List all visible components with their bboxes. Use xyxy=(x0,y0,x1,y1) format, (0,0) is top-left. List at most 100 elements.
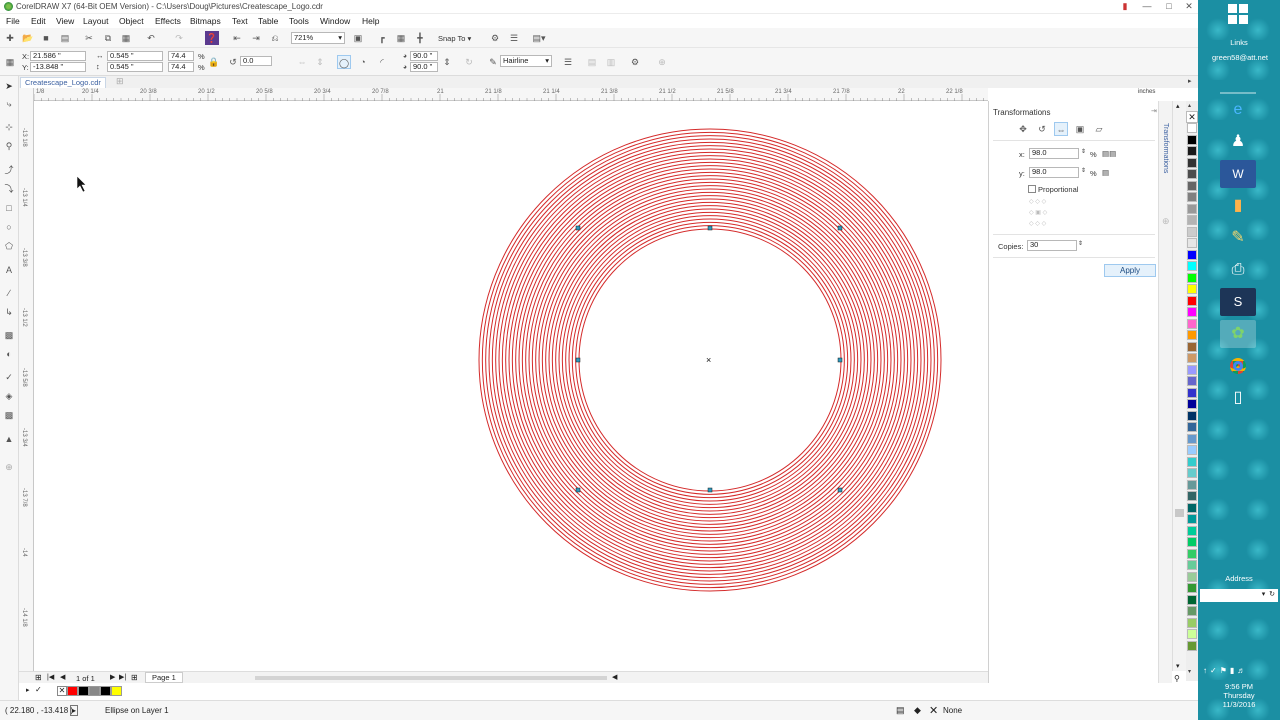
palette-scroll-down-icon[interactable]: ▾ xyxy=(1188,668,1191,675)
mirror-horizontal-icon[interactable]: ⇔ xyxy=(295,55,309,69)
interactive-fill-tool-icon[interactable]: ◈ xyxy=(2,389,16,403)
printer-icon[interactable]: ⎙ xyxy=(1220,256,1256,284)
end-angle-field[interactable]: 90.0 " xyxy=(410,62,438,72)
color-swatch[interactable] xyxy=(1187,272,1197,283)
color-swatch[interactable] xyxy=(1187,249,1197,260)
color-swatch[interactable] xyxy=(1187,537,1197,547)
scroll-down-icon[interactable]: ▾ xyxy=(1176,662,1180,670)
y-position-field[interactable]: -13.848 " xyxy=(30,62,86,72)
menu-bitmaps[interactable]: Bitmaps xyxy=(190,16,221,26)
parallel-dimension-tool-icon[interactable]: ∕ xyxy=(2,286,16,300)
change-direction-icon[interactable]: ↻ xyxy=(462,55,476,69)
color-swatch[interactable] xyxy=(1187,571,1197,582)
document-tab[interactable]: Createscape_Logo.cdr xyxy=(20,77,106,88)
color-swatch[interactable] xyxy=(1187,318,1197,329)
color-swatch[interactable] xyxy=(1187,157,1197,168)
play-icon[interactable]: ▸ xyxy=(70,705,79,716)
first-page-icon[interactable]: |◀ xyxy=(47,673,54,681)
menu-file[interactable]: File xyxy=(6,16,20,26)
ellipse-tool-icon[interactable]: ○ xyxy=(2,220,16,234)
color-swatch[interactable] xyxy=(1187,226,1197,237)
windows-start-icon[interactable] xyxy=(1228,4,1248,24)
color-swatch[interactable] xyxy=(1187,525,1197,536)
color-swatch[interactable] xyxy=(1187,307,1197,317)
document-color-swatch[interactable] xyxy=(89,686,100,696)
color-swatch[interactable] xyxy=(1187,341,1197,352)
convert-to-curves-icon[interactable]: ⚙ xyxy=(628,55,642,69)
zoom-icon[interactable]: ⚲ xyxy=(1174,674,1180,683)
menu-view[interactable]: View xyxy=(56,16,74,26)
scroll-up-icon[interactable]: ▴ xyxy=(1176,102,1180,110)
print-icon[interactable]: ▤ xyxy=(58,31,72,45)
scroll-left-icon[interactable]: ◀ xyxy=(612,673,617,681)
vertical-scrollbar[interactable]: ▴ ▾ ⚲ xyxy=(1172,101,1186,683)
new-document-icon[interactable]: ✚ xyxy=(3,31,17,45)
search-content-icon[interactable]: ❓ xyxy=(205,31,219,45)
menu-object[interactable]: Object xyxy=(119,16,144,26)
color-swatch[interactable] xyxy=(1187,468,1197,478)
color-swatch[interactable] xyxy=(1187,583,1197,593)
color-swatch[interactable] xyxy=(1187,479,1197,490)
tab-transformations[interactable]: Transformations xyxy=(1162,123,1169,173)
system-tray-icons[interactable]: ↑✓⚑▮♬ xyxy=(1203,666,1248,675)
menu-tools[interactable]: Tools xyxy=(289,16,309,26)
eyedropper-tool-icon[interactable]: ✓ xyxy=(2,370,16,384)
clock[interactable]: 9:56 PM Thursday 11/3/2016 xyxy=(1198,682,1280,709)
color-swatch[interactable] xyxy=(1187,180,1197,191)
start-angle-field[interactable]: 90.0 " xyxy=(410,51,438,61)
color-swatch[interactable] xyxy=(1187,514,1197,524)
chrome-icon[interactable] xyxy=(1220,352,1256,380)
drawing-canvas[interactable]: × xyxy=(35,101,987,671)
color-proof-icon[interactable]: ▤ xyxy=(896,705,905,716)
color-swatch[interactable] xyxy=(1187,629,1197,639)
menu-window[interactable]: Window xyxy=(320,16,350,26)
color-swatch[interactable] xyxy=(1187,594,1197,605)
skew-tab-icon[interactable]: ▱ xyxy=(1092,122,1106,136)
application-launcher-icon[interactable]: ☰ xyxy=(507,31,521,45)
color-swatch[interactable] xyxy=(1187,376,1197,386)
color-swatch[interactable] xyxy=(1187,502,1197,513)
page-options-icon[interactable]: ⊞ xyxy=(35,673,42,682)
height-field[interactable]: 0.545 " xyxy=(107,62,163,72)
copy-icon[interactable]: ⧉ xyxy=(101,31,115,45)
color-swatch[interactable] xyxy=(1187,422,1197,432)
shape-tool-icon[interactable]: ⤷ xyxy=(2,97,16,111)
wrap-text-icon[interactable]: ☰ xyxy=(561,55,575,69)
transparency-tool-icon[interactable]: ◐ xyxy=(2,347,16,361)
page-tab[interactable]: Page 1 xyxy=(145,672,183,683)
color-swatch[interactable] xyxy=(1187,606,1197,616)
smart-fill-tool-icon[interactable]: ▩ xyxy=(2,408,16,422)
color-swatch[interactable] xyxy=(1187,215,1197,225)
color-swatch[interactable] xyxy=(1187,238,1197,248)
position-tab-icon[interactable]: ✥ xyxy=(1016,122,1030,136)
maximize-button[interactable]: □ xyxy=(1158,0,1180,13)
tab-scroll-right-icon[interactable]: ▸ xyxy=(1188,77,1192,85)
add-tool-icon[interactable]: ⊕ xyxy=(2,460,16,474)
document-color-swatch[interactable] xyxy=(67,686,78,696)
snagit-icon[interactable]: S xyxy=(1220,288,1256,316)
proportional-checkbox[interactable] xyxy=(1028,185,1036,193)
width-field[interactable]: 0.545 " xyxy=(107,51,163,61)
scale-mirror-tab-icon[interactable]: ⇔ xyxy=(1054,122,1068,136)
to-back-icon[interactable]: ▥ xyxy=(604,55,618,69)
color-swatch[interactable] xyxy=(1187,134,1197,145)
palette-scroll-up-icon[interactable]: ▴ xyxy=(1188,102,1191,109)
outline-pen-tool-icon[interactable]: ▲ xyxy=(2,432,16,446)
add-icon[interactable]: ⊕ xyxy=(655,55,669,69)
anchor-point-grid[interactable]: ◇ ◇ ◇ ◇ ▣ ◇ ◇ ◇ ◇ xyxy=(1029,197,1047,230)
document-color-swatch[interactable] xyxy=(100,686,111,696)
snap-to-dropdown[interactable]: Snap To ▾ xyxy=(438,34,471,43)
show-rulers-icon[interactable]: ┏ xyxy=(375,31,389,45)
mirror-vertical-icon[interactable]: ⇕ xyxy=(313,55,327,69)
menu-layout[interactable]: Layout xyxy=(83,16,109,26)
color-swatch[interactable] xyxy=(1187,192,1197,202)
x-scale-field[interactable]: 98.0 xyxy=(1029,148,1079,159)
game-icon[interactable]: ♟ xyxy=(1220,128,1256,156)
color-swatch[interactable] xyxy=(1187,433,1197,444)
close-button[interactable]: ✕ xyxy=(1178,0,1200,13)
lock-ratio-icon[interactable]: 🔒 xyxy=(207,55,221,69)
stepper-icon[interactable]: ⇕ xyxy=(1081,148,1086,155)
color-swatch[interactable] xyxy=(1187,617,1197,628)
polygon-tool-icon[interactable]: ⬠ xyxy=(2,239,16,253)
color-swatch[interactable] xyxy=(1187,203,1197,214)
